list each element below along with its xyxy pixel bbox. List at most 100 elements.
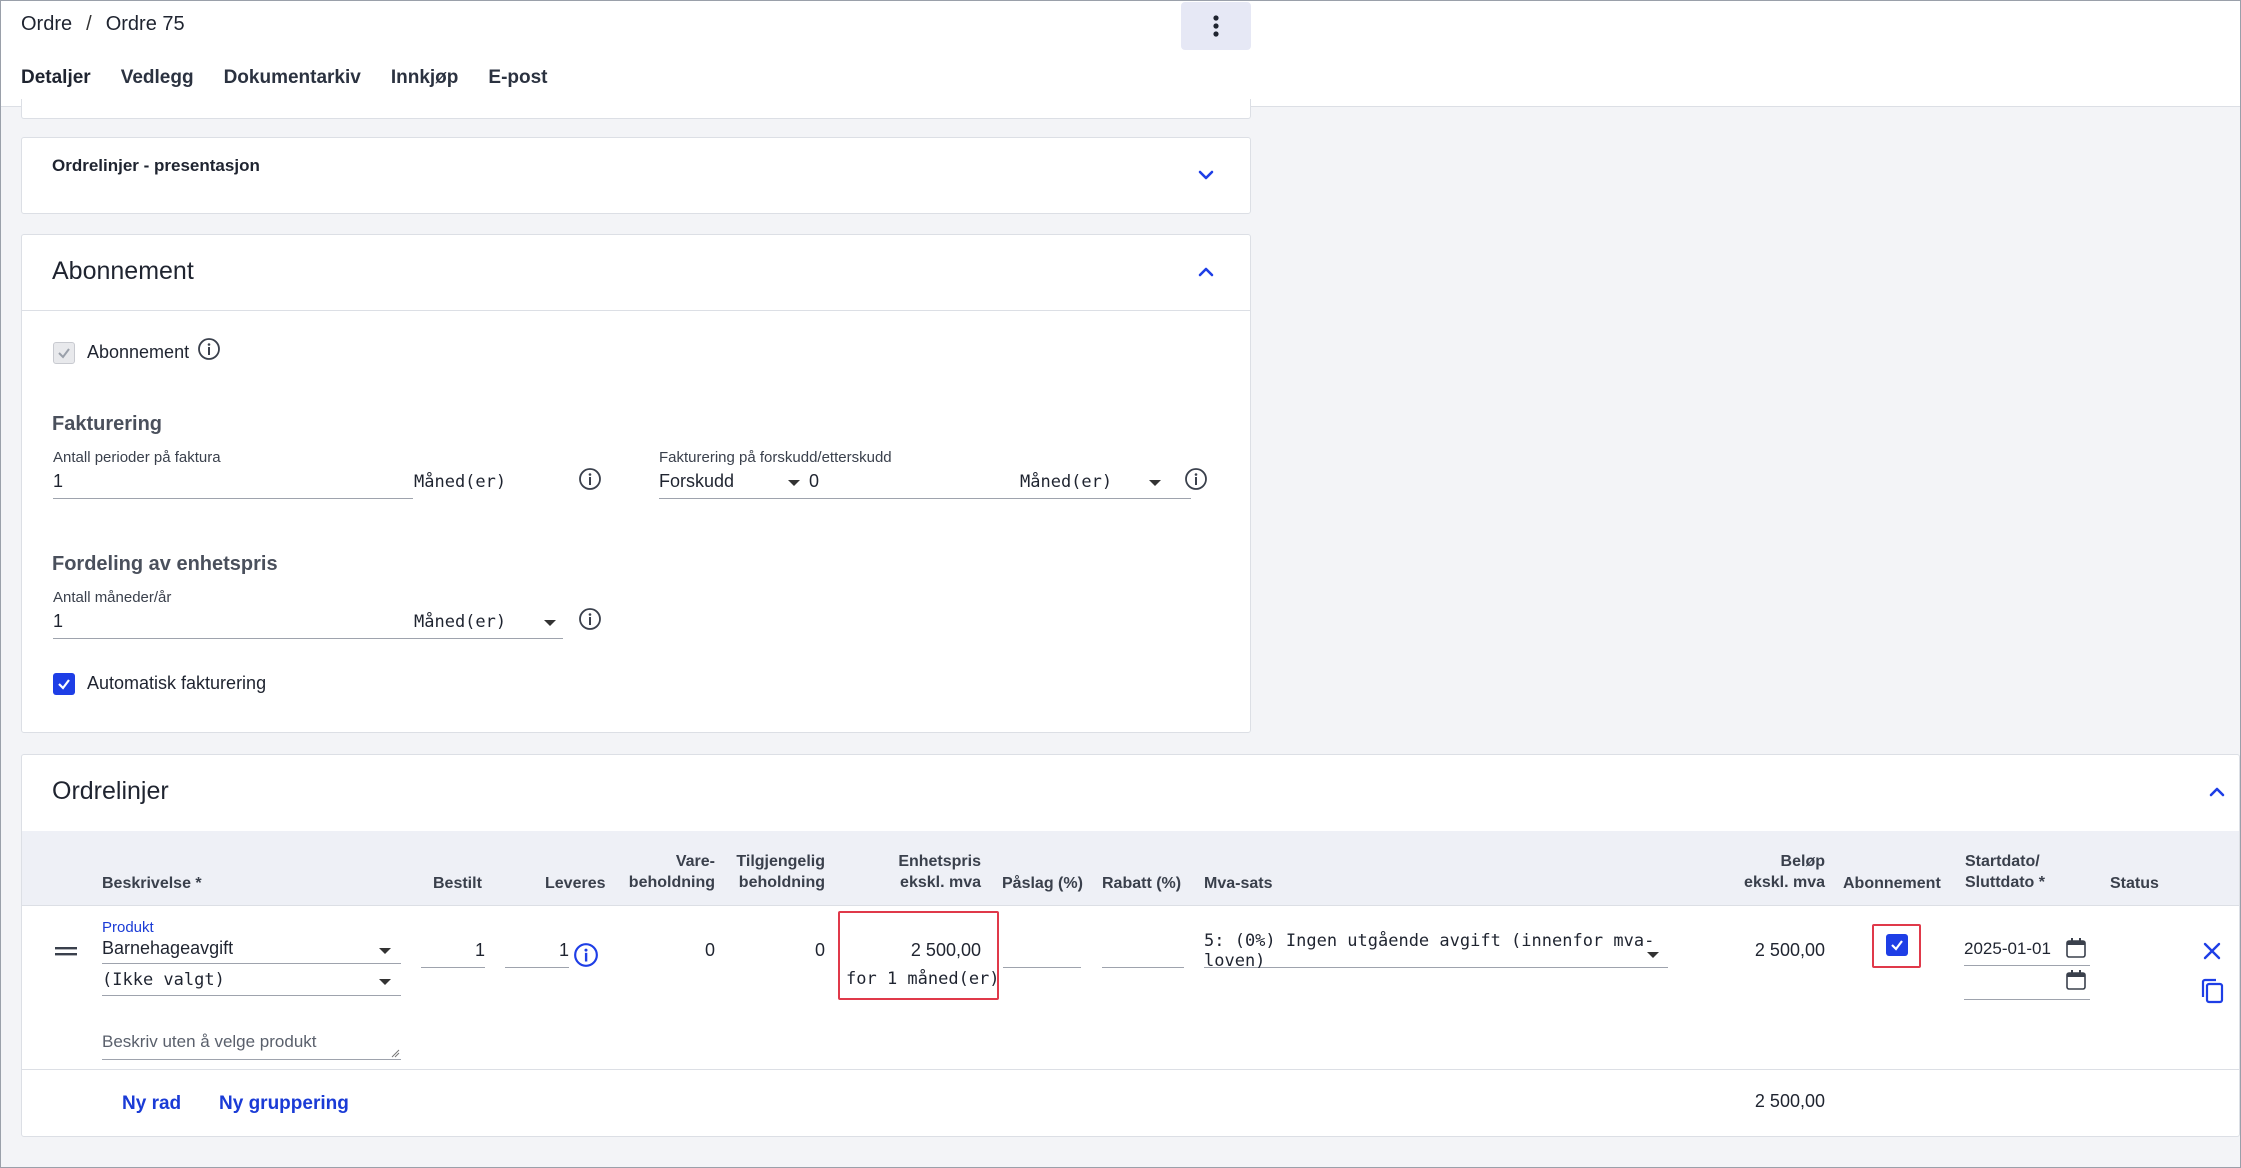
timing-unit[interactable]: Måned(er) (1020, 472, 1112, 492)
tab-epost[interactable]: E-post (488, 67, 548, 103)
ordered-value: 1 (474, 940, 485, 960)
dropdown-caret-icon (1149, 480, 1161, 486)
col-unit-price-line2: ekskl. mva (900, 874, 981, 891)
checkmark-icon (58, 679, 70, 690)
new-group-button[interactable]: Ny gruppering (219, 1093, 349, 1115)
amount-value: 2 500,00 (1754, 940, 1825, 960)
calendar-icon[interactable] (2065, 969, 2087, 991)
periods-unit: Måned(er) (414, 472, 507, 492)
ordered-input[interactable]: 1 (421, 934, 485, 968)
auto-invoice-checkbox[interactable] (53, 673, 75, 695)
subscription-checkbox-label: Abonnement (87, 342, 190, 362)
row-subscription-checkbox[interactable] (1886, 934, 1908, 956)
dropdown-caret-icon (1647, 952, 1659, 958)
product-select[interactable]: Barnehageavgift (102, 934, 401, 964)
col-vat: Mva-sats (1204, 875, 1273, 892)
tab-vedlegg[interactable]: Vedlegg (120, 67, 194, 103)
breadcrumb-parent[interactable]: Ordre (21, 13, 72, 36)
markup-input[interactable] (1003, 934, 1081, 968)
chevron-down-icon[interactable] (1195, 164, 1217, 186)
dropdown-caret-icon (544, 620, 556, 626)
delivered-input[interactable]: 1 (505, 934, 569, 968)
col-stock-line1: Vare- (675, 853, 715, 870)
col-unit-price: Enhetspris ekskl. mva (881, 851, 981, 893)
col-discount: Rabatt (%) (1102, 875, 1182, 892)
breadcrumb: Ordre / Ordre 75 (21, 13, 185, 36)
timing-label: Fakturering på forskudd/etterskudd (659, 449, 892, 466)
close-icon[interactable] (2202, 941, 2222, 961)
page-header: Ordre / Ordre 75 Detaljer Vedlegg Dokume… (1, 1, 2240, 107)
resize-handle-icon[interactable] (391, 1049, 400, 1058)
variant-select[interactable]: (Ikke valgt) (102, 964, 401, 996)
checkmark-icon (58, 348, 70, 359)
timing-offset-value: 0 (809, 471, 820, 491)
col-subscription: Abonnement (1843, 875, 1941, 892)
dropdown-caret-icon (379, 948, 391, 954)
col-ordered: Bestilt (433, 875, 482, 892)
vat-select[interactable]: 5: (0%) Ingen utgående avgift (innenfor … (1204, 931, 1668, 971)
col-stock: Vare- beholdning (627, 851, 715, 893)
col-stock-line2: beholdning (628, 874, 715, 891)
chevron-up-icon[interactable] (2206, 781, 2228, 803)
info-icon[interactable] (578, 467, 602, 491)
info-icon[interactable] (1184, 467, 1208, 491)
col-dates-line1: Startdato/ (1965, 853, 2040, 870)
col-description: Beskrivelse * (102, 875, 202, 892)
unit-price-value[interactable]: 2 500,00 (851, 940, 981, 961)
unit-period-text: for 1 måned(er) (846, 969, 1000, 989)
product-value: Barnehageavgift (102, 938, 234, 958)
periods-label: Antall perioder på faktura (53, 449, 221, 466)
tab-dokumentarkiv[interactable]: Dokumentarkiv (223, 67, 361, 103)
row-divider (22, 1069, 2239, 1070)
subscription-checkbox[interactable] (53, 342, 75, 364)
presentation-title: Ordrelinjer - presentasjon (52, 156, 260, 175)
checkmark-icon (1891, 940, 1903, 951)
app-frame: Ordre / Ordre 75 Detaljer Vedlegg Dokume… (0, 0, 2241, 1168)
info-icon[interactable] (578, 607, 602, 631)
col-available: Tilgjengelig beholdning (725, 851, 825, 893)
breadcrumb-current: Ordre 75 (105, 13, 185, 35)
breadcrumb-separator: / (86, 13, 92, 35)
periods-value: 1 (53, 471, 64, 491)
timing-value: Forskudd (659, 471, 735, 491)
tab-innkjop[interactable]: Innkjøp (390, 67, 459, 103)
timing-select[interactable]: Forskudd (659, 465, 809, 499)
new-row-button[interactable]: Ny rad (122, 1093, 181, 1115)
kebab-menu-icon (1213, 15, 1219, 37)
copy-icon[interactable] (2199, 977, 2225, 1005)
delivered-value: 1 (558, 940, 569, 960)
free-text-placeholder: Beskriv uten å velge produkt (102, 1031, 317, 1051)
distribution-title: Fordeling av enhetspris (52, 553, 278, 575)
tab-bar: Detaljer Vedlegg Dokumentarkiv Innkjøp E… (21, 67, 548, 103)
start-date-value: 2025-01-01 (1964, 938, 2051, 958)
months-value: 1 (53, 611, 64, 631)
chevron-up-icon[interactable] (1195, 261, 1217, 283)
col-status: Status (2110, 875, 2159, 892)
orderlines-title: Ordrelinjer (52, 777, 169, 805)
dropdown-caret-icon (379, 979, 391, 985)
table-header (22, 831, 2239, 906)
tab-detaljer[interactable]: Detaljer (21, 67, 91, 103)
stock-value: 0 (704, 940, 715, 960)
months-unit[interactable]: Måned(er) (414, 612, 506, 632)
col-unit-price-line1: Enhetspris (898, 853, 981, 870)
card-divider (22, 310, 1250, 311)
more-actions-button[interactable] (1181, 2, 1251, 50)
periods-input[interactable]: 1 (53, 465, 413, 499)
dropdown-caret-icon (788, 480, 800, 486)
auto-invoice-label: Automatisk fakturering (87, 673, 267, 693)
info-icon[interactable] (197, 337, 221, 361)
months-label: Antall måneder/år (53, 589, 172, 606)
free-text-input[interactable]: Beskriv uten å velge produkt (102, 1024, 401, 1060)
drag-handle-icon[interactable] (55, 945, 77, 957)
billing-title: Fakturering (52, 413, 163, 435)
col-amount: Beløp ekskl. mva (1721, 851, 1825, 893)
previous-card-bottom (21, 99, 1251, 119)
col-amount-line1: Beløp (1780, 853, 1825, 870)
info-icon[interactable] (573, 942, 599, 968)
timing-offset-input[interactable]: 0 (809, 465, 1191, 499)
discount-input[interactable] (1102, 934, 1184, 968)
calendar-icon[interactable] (2065, 937, 2087, 959)
presentation-card: Ordrelinjer - presentasjon (21, 137, 1251, 214)
available-value: 0 (814, 940, 825, 960)
